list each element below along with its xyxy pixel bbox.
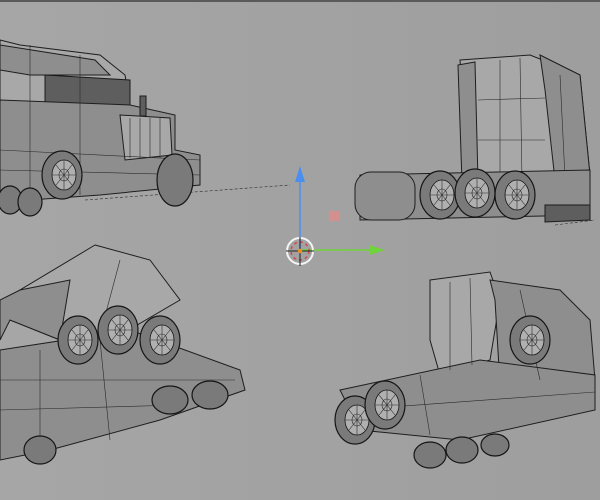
- 3d-viewport[interactable]: [0, 0, 600, 500]
- truck-front-three-quarter[interactable]: [0, 39, 291, 217]
- y-axis-arrow-icon: [369, 245, 385, 255]
- truck-underside-left[interactable]: [0, 244, 246, 465]
- z-axis-arrow-icon: [295, 166, 305, 182]
- 3d-cursor-icon[interactable]: [286, 237, 314, 266]
- truck-side-rear[interactable]: [354, 54, 596, 226]
- truck-underside-right[interactable]: [334, 271, 596, 469]
- light-marker-icon[interactable]: [329, 211, 339, 221]
